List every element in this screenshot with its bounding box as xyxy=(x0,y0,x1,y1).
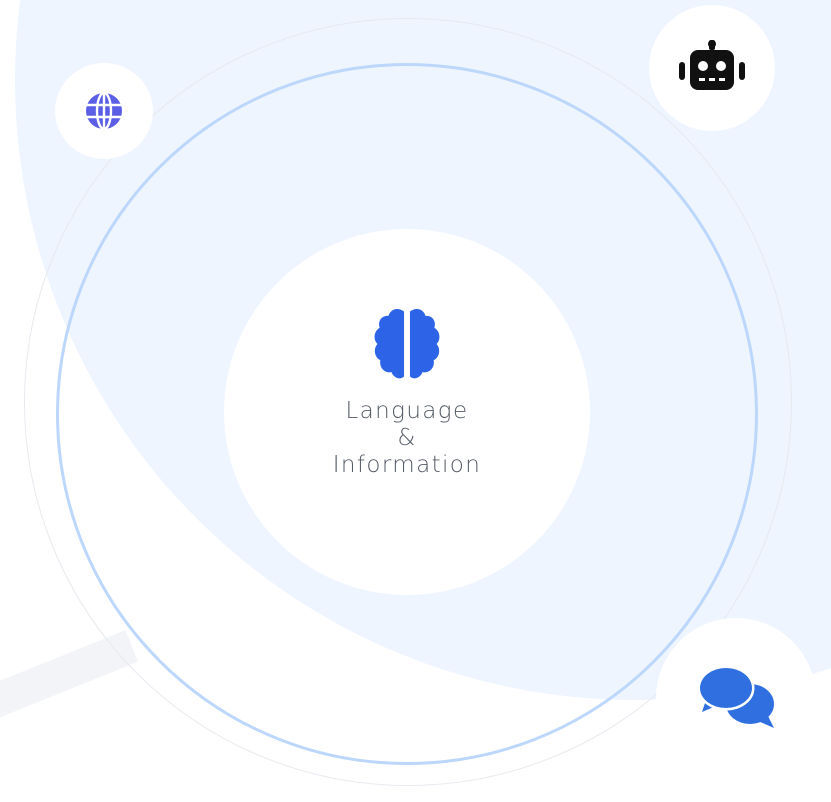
center-label-line3: Information xyxy=(332,452,482,478)
center-label: Language & Information xyxy=(294,398,520,479)
robot-bubble xyxy=(649,5,775,131)
brain-icon xyxy=(374,308,440,379)
center-label-line1: Language xyxy=(345,398,469,424)
globe-icon xyxy=(86,91,122,131)
center-label-line2: & xyxy=(397,425,417,451)
hero-illustration: Language & Information xyxy=(0,0,831,802)
robot-icon xyxy=(679,40,745,90)
globe-bubble xyxy=(55,63,153,159)
chat-bubble xyxy=(656,618,816,778)
chat-icon xyxy=(697,666,774,728)
